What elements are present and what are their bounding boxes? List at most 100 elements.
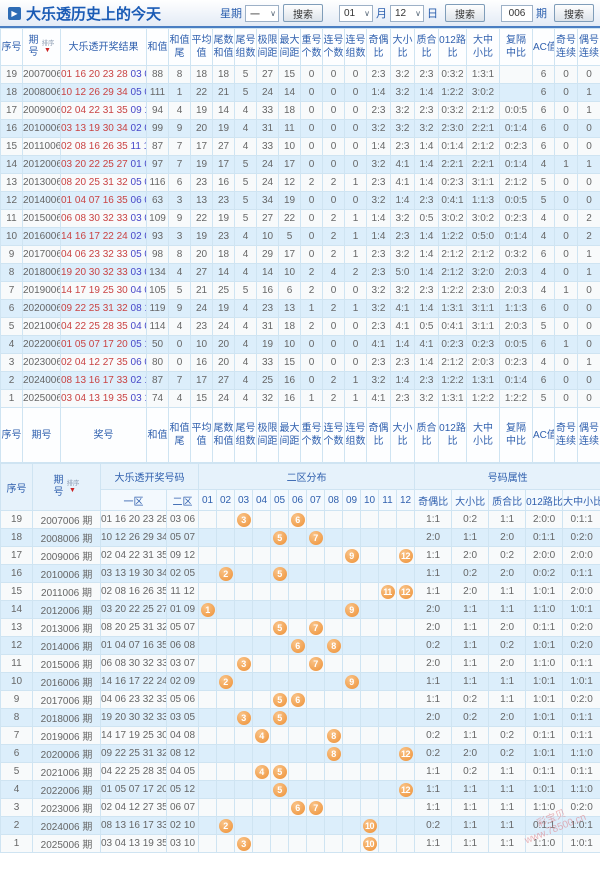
table-row: 3202300602 04 12 27 35 06 07800162043315… — [1, 354, 600, 372]
lottery-ball: 2 — [219, 819, 233, 833]
stat-cell: 74 — [147, 390, 169, 408]
back-numbers: 03 10 — [128, 393, 147, 404]
date-search-button[interactable]: 搜索 — [445, 4, 485, 22]
attr-cell: 1:1 — [415, 673, 452, 691]
stat-cell: 0 — [323, 156, 345, 174]
issue-cell: 2018006 — [23, 264, 61, 282]
stat-cell: 1:2:2 — [467, 390, 500, 408]
position-header: 02 — [217, 490, 235, 511]
back-numbers-cell: 02 05 — [167, 565, 199, 583]
stat-cell: 2 — [323, 228, 345, 246]
table-row: 7201900614 17 19 25 30 04 08105521255166… — [1, 282, 600, 300]
position-header: 08 — [325, 490, 343, 511]
zone-position-cell — [235, 601, 253, 619]
stat-cell: 0 — [323, 354, 345, 372]
attr-cell: 2:0 — [489, 655, 526, 673]
stat-cell: 87 — [147, 138, 169, 156]
stat-cell: 2:1:2 — [467, 102, 500, 120]
zone-position-cell — [217, 655, 235, 673]
stat-cell: 0:2:3 — [500, 210, 533, 228]
stat-cell: 27 — [191, 264, 213, 282]
stat-cell: 1:3:1 — [439, 390, 467, 408]
stat-cell: 4:1 — [367, 336, 391, 354]
week-select[interactable]: 一 ∨ — [245, 5, 279, 22]
stat-cell: 2:3 — [367, 174, 391, 192]
stat-cell: 0:2:3 — [500, 138, 533, 156]
stat-cell: 0:1:4 — [439, 138, 467, 156]
zone-position-cell — [343, 637, 361, 655]
stat-cell: 6 — [533, 120, 555, 138]
stat-cell: 3:2 — [391, 246, 415, 264]
stat-cell: 2 — [323, 174, 345, 192]
stat-cell: 18 — [213, 66, 235, 84]
stat-cell: 0:1:4 — [500, 228, 533, 246]
zone-position-cell — [397, 835, 415, 853]
back-numbers: 03 06 — [128, 69, 147, 80]
seq-cell: 3 — [1, 354, 23, 372]
zone-position-cell — [379, 817, 397, 835]
zone-position-cell — [397, 691, 415, 709]
attr-cell: 1:0:1 — [563, 817, 600, 835]
stat-cell: 3:2 — [415, 120, 439, 138]
stat-cell: 1:4 — [415, 264, 439, 282]
stat-cell: 5 — [235, 282, 257, 300]
stat-cell: 23 — [191, 174, 213, 192]
zone-position-cell — [379, 673, 397, 691]
zone-position-cell — [289, 745, 307, 763]
lottery-ball: 5 — [273, 531, 287, 545]
stat-cell: 5 — [235, 66, 257, 84]
stat-cell: 0 — [323, 84, 345, 102]
stat-cell: 2:3 — [391, 390, 415, 408]
sort-control[interactable]: 排序 ▼ — [66, 480, 80, 494]
attr-cell: 2:0 — [452, 547, 489, 565]
attr-cell: 0:0:2 — [526, 565, 563, 583]
zone-position-cell: 5 — [271, 565, 289, 583]
attr-cell: 1:1 — [415, 583, 452, 601]
stat-cell: 1:4 — [415, 174, 439, 192]
stat-cell: 88 — [147, 66, 169, 84]
result-cell: 03 13 19 30 34 02 05 — [61, 120, 147, 138]
issue-cell: 2012006 — [23, 156, 61, 174]
zone-position-cell — [325, 583, 343, 601]
chevron-down-icon: ∨ — [270, 9, 276, 18]
stat-cell: 0:0:5 — [500, 102, 533, 120]
zone-position-cell — [397, 619, 415, 637]
stat-cell: 4:1 — [415, 336, 439, 354]
stat-cell: 2:3 — [367, 102, 391, 120]
stat-cell: 2 — [323, 300, 345, 318]
zone-position-cell — [343, 655, 361, 673]
zone-position-cell — [199, 763, 217, 781]
front-numbers-cell: 06 08 30 32 33 — [101, 655, 167, 673]
seq-cell: 18 — [1, 529, 33, 547]
stat-cell: 0:1:4 — [500, 120, 533, 138]
zone-position-cell: 3 — [235, 709, 253, 727]
zone-position-cell: 11 — [379, 583, 397, 601]
issue-search-button[interactable]: 搜索 — [554, 4, 594, 22]
zone-position-cell — [253, 835, 271, 853]
attr-cell: 1:1 — [489, 511, 526, 529]
zone-position-cell — [271, 601, 289, 619]
attr-cell: 0:2:0 — [563, 637, 600, 655]
stat-cell: 3:2 — [367, 120, 391, 138]
zone-position-cell — [325, 709, 343, 727]
t1-col-header: 复隔中比 — [500, 408, 533, 463]
zone-position-cell — [343, 691, 361, 709]
stat-cell: 7 — [169, 138, 191, 156]
zone-position-cell — [361, 511, 379, 529]
month-select[interactable]: 01 ∨ — [339, 5, 373, 22]
lottery-ball: 2 — [219, 675, 233, 689]
stat-cell: 19 — [191, 228, 213, 246]
lottery-ball: 6 — [291, 693, 305, 707]
attr-cell: 0:2 — [452, 763, 489, 781]
day-select[interactable]: 12 ∨ — [390, 5, 424, 22]
t1-col-header: 序号 — [1, 29, 23, 66]
stat-cell: 1 — [578, 264, 600, 282]
stat-cell: 0 — [555, 210, 578, 228]
week-search-button[interactable]: 搜索 — [283, 4, 323, 22]
attr-cell: 0:2 — [489, 745, 526, 763]
table-row: 2202400608 13 16 17 33 02 10877172742516… — [1, 372, 600, 390]
lottery-ball: 8 — [327, 639, 341, 653]
sort-control[interactable]: 排序▼ — [41, 40, 55, 54]
stat-cell: 4 — [235, 354, 257, 372]
issue-input[interactable] — [501, 5, 533, 22]
